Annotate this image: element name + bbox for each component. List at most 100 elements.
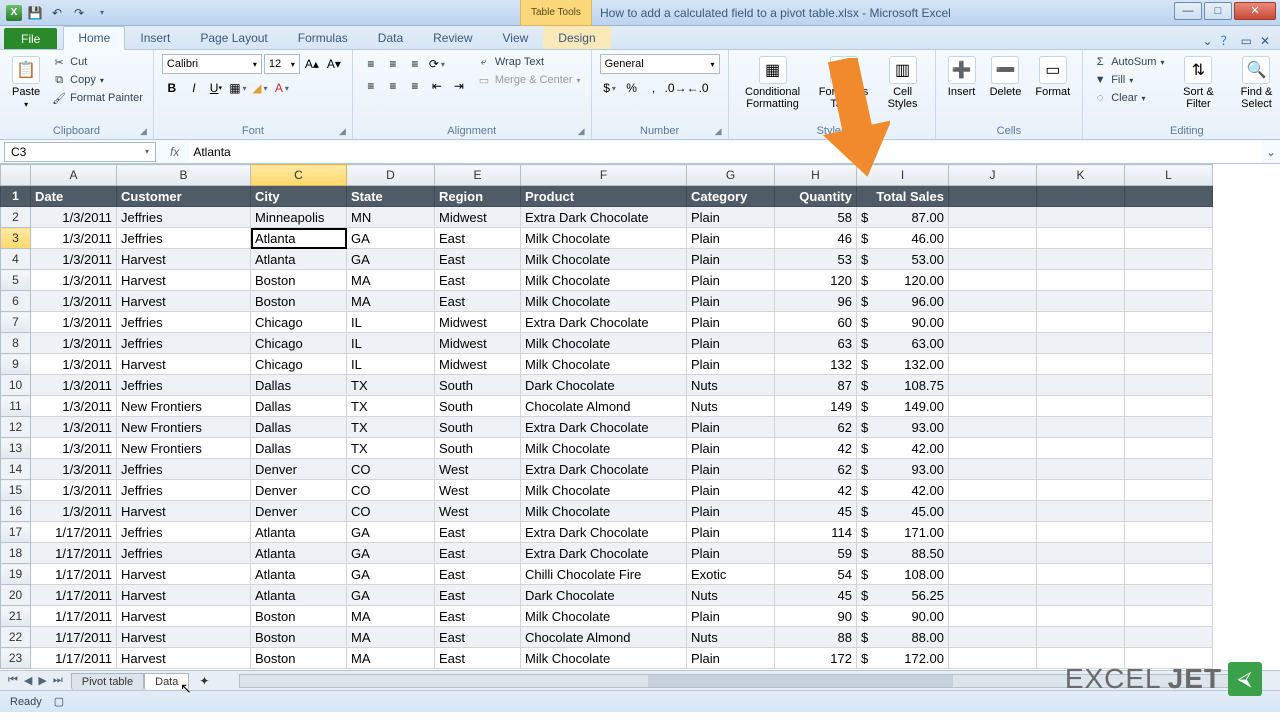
- cell-C6[interactable]: Boston: [251, 291, 347, 312]
- cell-E5[interactable]: East: [435, 270, 521, 291]
- cell-K11[interactable]: [1037, 396, 1125, 417]
- cell-D22[interactable]: MA: [347, 627, 435, 648]
- cell-H18[interactable]: 59: [775, 543, 857, 564]
- cell-H5[interactable]: 120: [775, 270, 857, 291]
- cell-L6[interactable]: [1125, 291, 1213, 312]
- save-icon[interactable]: 💾: [26, 4, 44, 22]
- cell-J5[interactable]: [949, 270, 1037, 291]
- cell-A22[interactable]: 1/17/2011: [31, 627, 117, 648]
- cell-J12[interactable]: [949, 417, 1037, 438]
- col-header-F[interactable]: F: [521, 165, 687, 186]
- cell-B10[interactable]: Jeffries: [117, 375, 251, 396]
- cell-H17[interactable]: 114: [775, 522, 857, 543]
- cell-F20[interactable]: Dark Chocolate: [521, 585, 687, 606]
- cell-D16[interactable]: CO: [347, 501, 435, 522]
- cell-C22[interactable]: Boston: [251, 627, 347, 648]
- cell-A11[interactable]: 1/3/2011: [31, 396, 117, 417]
- row-header-9[interactable]: 9: [1, 354, 31, 375]
- cell-J2[interactable]: [949, 207, 1037, 228]
- cell-G23[interactable]: Plain: [687, 648, 775, 669]
- cell-I15[interactable]: $42.00: [857, 480, 949, 501]
- cell-J7[interactable]: [949, 312, 1037, 333]
- cell-B9[interactable]: Harvest: [117, 354, 251, 375]
- font-color-button[interactable]: A: [272, 78, 292, 98]
- cell-L10[interactable]: [1125, 375, 1213, 396]
- cell-G20[interactable]: Nuts: [687, 585, 775, 606]
- cell-I3[interactable]: $46.00: [857, 228, 949, 249]
- cell-G21[interactable]: Plain: [687, 606, 775, 627]
- autosum-button[interactable]: ΣAutoSum▾: [1091, 54, 1166, 70]
- col-header-I[interactable]: I: [857, 165, 949, 186]
- cell-C17[interactable]: Atlanta: [251, 522, 347, 543]
- cell-C10[interactable]: Dallas: [251, 375, 347, 396]
- cell-B16[interactable]: Harvest: [117, 501, 251, 522]
- cell-D8[interactable]: IL: [347, 333, 435, 354]
- cell-K6[interactable]: [1037, 291, 1125, 312]
- cell-G5[interactable]: Plain: [687, 270, 775, 291]
- wrap-text-button[interactable]: ⤶Wrap Text: [475, 54, 583, 70]
- sheet-nav-last-icon[interactable]: ⏭: [51, 674, 65, 687]
- conditional-formatting-button[interactable]: ▦Conditional Formatting: [737, 54, 809, 112]
- cell-C2[interactable]: Minneapolis: [251, 207, 347, 228]
- borders-button[interactable]: ▦: [228, 78, 248, 98]
- cell-D21[interactable]: MA: [347, 606, 435, 627]
- cell-J16[interactable]: [949, 501, 1037, 522]
- sheet-nav-next-icon[interactable]: ▶: [36, 674, 48, 687]
- accounting-format-button[interactable]: $: [600, 78, 620, 98]
- shrink-font-icon[interactable]: A▾: [324, 54, 344, 74]
- cell-E13[interactable]: South: [435, 438, 521, 459]
- row-header-20[interactable]: 20: [1, 585, 31, 606]
- tab-design[interactable]: Design: [543, 26, 610, 49]
- cell-B5[interactable]: Harvest: [117, 270, 251, 291]
- cell-I16[interactable]: $45.00: [857, 501, 949, 522]
- cell-K21[interactable]: [1037, 606, 1125, 627]
- cell-B13[interactable]: New Frontiers: [117, 438, 251, 459]
- cell-C8[interactable]: Chicago: [251, 333, 347, 354]
- cell-I5[interactable]: $120.00: [857, 270, 949, 291]
- row-header-5[interactable]: 5: [1, 270, 31, 291]
- cell-B2[interactable]: Jeffries: [117, 207, 251, 228]
- cell-G1[interactable]: Category: [687, 186, 775, 207]
- cell-D3[interactable]: GA: [347, 228, 435, 249]
- cell-F6[interactable]: Milk Chocolate: [521, 291, 687, 312]
- cell-D19[interactable]: GA: [347, 564, 435, 585]
- cell-C9[interactable]: Chicago: [251, 354, 347, 375]
- cell-B19[interactable]: Harvest: [117, 564, 251, 585]
- row-header-3[interactable]: 3: [1, 228, 31, 249]
- cell-K16[interactable]: [1037, 501, 1125, 522]
- row-header-8[interactable]: 8: [1, 333, 31, 354]
- cell-F1[interactable]: Product: [521, 186, 687, 207]
- cell-E2[interactable]: Midwest: [435, 207, 521, 228]
- tab-page-layout[interactable]: Page Layout: [185, 26, 282, 49]
- cell-L12[interactable]: [1125, 417, 1213, 438]
- cell-L22[interactable]: [1125, 627, 1213, 648]
- tab-formulas[interactable]: Formulas: [283, 26, 363, 49]
- decrease-decimal-button[interactable]: ←.0: [688, 78, 708, 98]
- cell-F14[interactable]: Extra Dark Chocolate: [521, 459, 687, 480]
- expand-formula-bar-icon[interactable]: ⌄: [1262, 145, 1280, 159]
- cell-J1[interactable]: [949, 186, 1037, 207]
- row-header-18[interactable]: 18: [1, 543, 31, 564]
- cell-H13[interactable]: 42: [775, 438, 857, 459]
- cell-F10[interactable]: Dark Chocolate: [521, 375, 687, 396]
- cell-J18[interactable]: [949, 543, 1037, 564]
- cell-I22[interactable]: $88.00: [857, 627, 949, 648]
- minimize-ribbon-icon[interactable]: ⌄: [1203, 34, 1213, 48]
- align-middle-icon[interactable]: ≡: [383, 54, 403, 74]
- cell-J4[interactable]: [949, 249, 1037, 270]
- row-header-21[interactable]: 21: [1, 606, 31, 627]
- cell-K18[interactable]: [1037, 543, 1125, 564]
- cell-H7[interactable]: 60: [775, 312, 857, 333]
- cell-F13[interactable]: Milk Chocolate: [521, 438, 687, 459]
- row-header-16[interactable]: 16: [1, 501, 31, 522]
- cell-B4[interactable]: Harvest: [117, 249, 251, 270]
- cut-button[interactable]: ✂Cut: [50, 54, 145, 70]
- row-header-1[interactable]: 1: [1, 186, 31, 207]
- cell-F21[interactable]: Milk Chocolate: [521, 606, 687, 627]
- cell-A17[interactable]: 1/17/2011: [31, 522, 117, 543]
- cell-H20[interactable]: 45: [775, 585, 857, 606]
- cell-D5[interactable]: MA: [347, 270, 435, 291]
- row-header-4[interactable]: 4: [1, 249, 31, 270]
- cell-J8[interactable]: [949, 333, 1037, 354]
- cell-K22[interactable]: [1037, 627, 1125, 648]
